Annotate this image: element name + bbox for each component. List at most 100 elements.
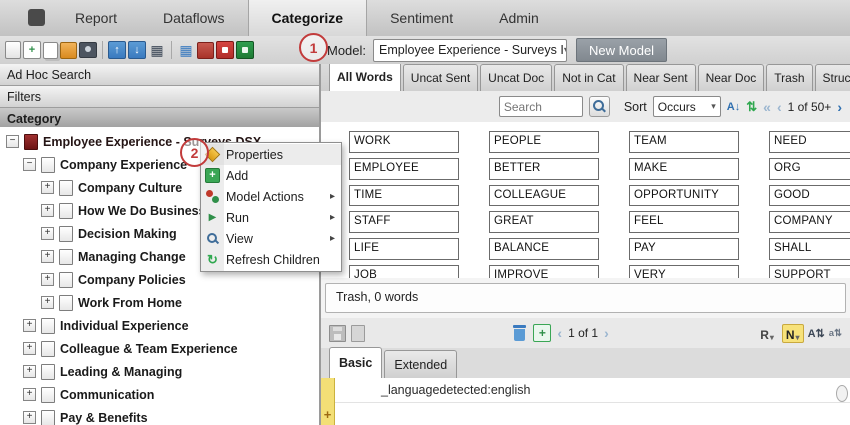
expand-icon[interactable]: + (41, 227, 54, 240)
expand-icon[interactable]: + (23, 342, 36, 355)
expand-icon[interactable]: + (23, 365, 36, 378)
word-chip[interactable]: LIFE (349, 238, 459, 260)
new-document-icon[interactable] (5, 41, 21, 59)
filters-header[interactable]: Filters (0, 86, 319, 108)
trash-icon[interactable] (512, 325, 527, 341)
tab-trash[interactable]: Trash (766, 64, 812, 91)
expand-icon[interactable]: + (23, 411, 36, 424)
tab-structured[interactable]: Structured (815, 64, 850, 91)
sort-dropdown[interactable]: Occurs ▾ (653, 96, 721, 117)
tab-categorize[interactable]: Categorize (248, 0, 368, 36)
new-model-button[interactable]: New Model (576, 38, 667, 62)
next-page-icon[interactable]: › (604, 326, 609, 340)
tree-item-colleague-team-experience[interactable]: + Colleague & Team Experience (0, 337, 319, 360)
menu-item-refresh-children[interactable]: ↻ Refresh Children (201, 249, 341, 270)
tab-admin[interactable]: Admin (476, 0, 562, 36)
detail-row[interactable]: _languagedetected:english (335, 378, 850, 403)
tree-item-individual-experience[interactable]: + Individual Experience (0, 314, 319, 337)
next-page-icon[interactable]: › (837, 100, 842, 114)
tab-near-doc[interactable]: Near Doc (698, 64, 765, 91)
word-chip[interactable]: FEEL (629, 211, 739, 233)
word-chip[interactable]: EMPLOYEE (349, 158, 459, 180)
menu-item-add[interactable]: + Add (201, 165, 341, 186)
name-toggle[interactable]: N ▾ (782, 324, 804, 343)
hierarchy-icon[interactable]: ▦ (148, 41, 166, 59)
word-chip[interactable]: GREAT (489, 211, 599, 233)
add-row-icon[interactable]: + (321, 407, 334, 422)
package-icon[interactable] (197, 42, 214, 59)
copy-icon[interactable] (43, 42, 58, 59)
word-chip[interactable]: GOOD (769, 185, 850, 207)
word-chip[interactable]: COMPANY (769, 211, 850, 233)
download-icon[interactable]: ↓ (128, 41, 146, 59)
prev-page-icon[interactable]: ‹ (777, 100, 782, 114)
panel-handle[interactable] (836, 385, 848, 402)
word-chip[interactable]: BETTER (489, 158, 599, 180)
model-dropdown[interactable]: Employee Experience - Surveys I ▾ (373, 39, 567, 62)
word-chip[interactable]: PEOPLE (489, 131, 599, 153)
menu-item-run[interactable]: ▶ Run ▸ (201, 207, 341, 228)
table-view-icon[interactable]: ▦ (177, 41, 195, 59)
document-icon[interactable] (351, 325, 365, 342)
word-chip[interactable]: ORG (769, 158, 850, 180)
menu-item-label: View (226, 232, 253, 246)
word-chip[interactable]: OPPORTUNITY (629, 185, 739, 207)
word-chip[interactable]: TIME (349, 185, 459, 207)
tab-near-sent[interactable]: Near Sent (626, 64, 696, 91)
search-input[interactable] (499, 96, 583, 117)
add-node-icon[interactable]: + (23, 41, 41, 59)
sort-az-icon[interactable]: A↓ (727, 101, 740, 113)
sort-descending-icon[interactable]: a⇅ (829, 328, 842, 339)
tree-item-pay-benefits[interactable]: + Pay & Benefits (0, 406, 319, 425)
word-chip[interactable]: COLLEAGUE (489, 185, 599, 207)
tab-report[interactable]: Report (52, 0, 140, 36)
expand-icon[interactable]: + (41, 296, 54, 309)
expand-icon[interactable]: + (41, 273, 54, 286)
save-icon[interactable] (329, 325, 346, 342)
word-chip[interactable]: STAFF (349, 211, 459, 233)
search-button[interactable] (589, 96, 610, 117)
expand-icon[interactable]: + (41, 181, 54, 194)
expand-icon[interactable]: + (41, 250, 54, 263)
upload-icon[interactable]: ↑ (108, 41, 126, 59)
tab-all-words[interactable]: All Words (329, 64, 401, 91)
tree-item-label: Decision Making (78, 227, 177, 241)
tab-not-in-cat[interactable]: Not in Cat (554, 64, 623, 91)
pdf-export-icon[interactable] (216, 41, 234, 59)
tab-basic[interactable]: Basic (329, 347, 382, 378)
tab-extended[interactable]: Extended (384, 350, 457, 378)
word-chip[interactable]: TEAM (629, 131, 739, 153)
expand-icon[interactable]: + (41, 204, 54, 217)
tab-uncat-doc[interactable]: Uncat Doc (480, 64, 552, 91)
tree-item-communication[interactable]: + Communication (0, 383, 319, 406)
sort-direction-icon[interactable]: ⇅ (746, 99, 757, 115)
word-chip[interactable]: NEED (769, 131, 850, 153)
menu-item-view[interactable]: View ▸ (201, 228, 341, 249)
menu-item-model-actions[interactable]: Model Actions ▸ (201, 186, 341, 207)
tab-dataflows[interactable]: Dataflows (140, 0, 247, 36)
add-icon[interactable]: + (533, 324, 551, 342)
export-icon[interactable] (60, 42, 77, 59)
tree-item-work-from-home[interactable]: + Work From Home (0, 291, 319, 314)
collapse-icon[interactable]: − (23, 158, 36, 171)
adhoc-search-header[interactable]: Ad Hoc Search (0, 64, 319, 86)
first-page-icon[interactable]: « (763, 100, 771, 114)
word-chip[interactable]: MAKE (629, 158, 739, 180)
tab-sentiment[interactable]: Sentiment (367, 0, 476, 36)
tree-item-label: How We Do Business (78, 204, 206, 218)
tab-uncat-sent[interactable]: Uncat Sent (403, 64, 478, 91)
expand-icon[interactable]: + (23, 319, 36, 332)
tree-item-leading-managing[interactable]: + Leading & Managing (0, 360, 319, 383)
excel-export-icon[interactable] (236, 41, 254, 59)
menu-item-properties[interactable]: Properties (201, 144, 341, 165)
word-chip[interactable]: WORK (349, 131, 459, 153)
word-chip[interactable]: BALANCE (489, 238, 599, 260)
collapse-icon[interactable]: − (6, 135, 19, 148)
prev-page-icon[interactable]: ‹ (557, 326, 562, 340)
sort-ascending-icon[interactable]: A⇅ (808, 327, 825, 340)
word-chip[interactable]: SHALL (769, 238, 850, 260)
word-chip[interactable]: PAY (629, 238, 739, 260)
snapshot-icon[interactable] (79, 42, 97, 58)
relevance-toggle[interactable]: R ▾ (756, 324, 778, 343)
expand-icon[interactable]: + (23, 388, 36, 401)
